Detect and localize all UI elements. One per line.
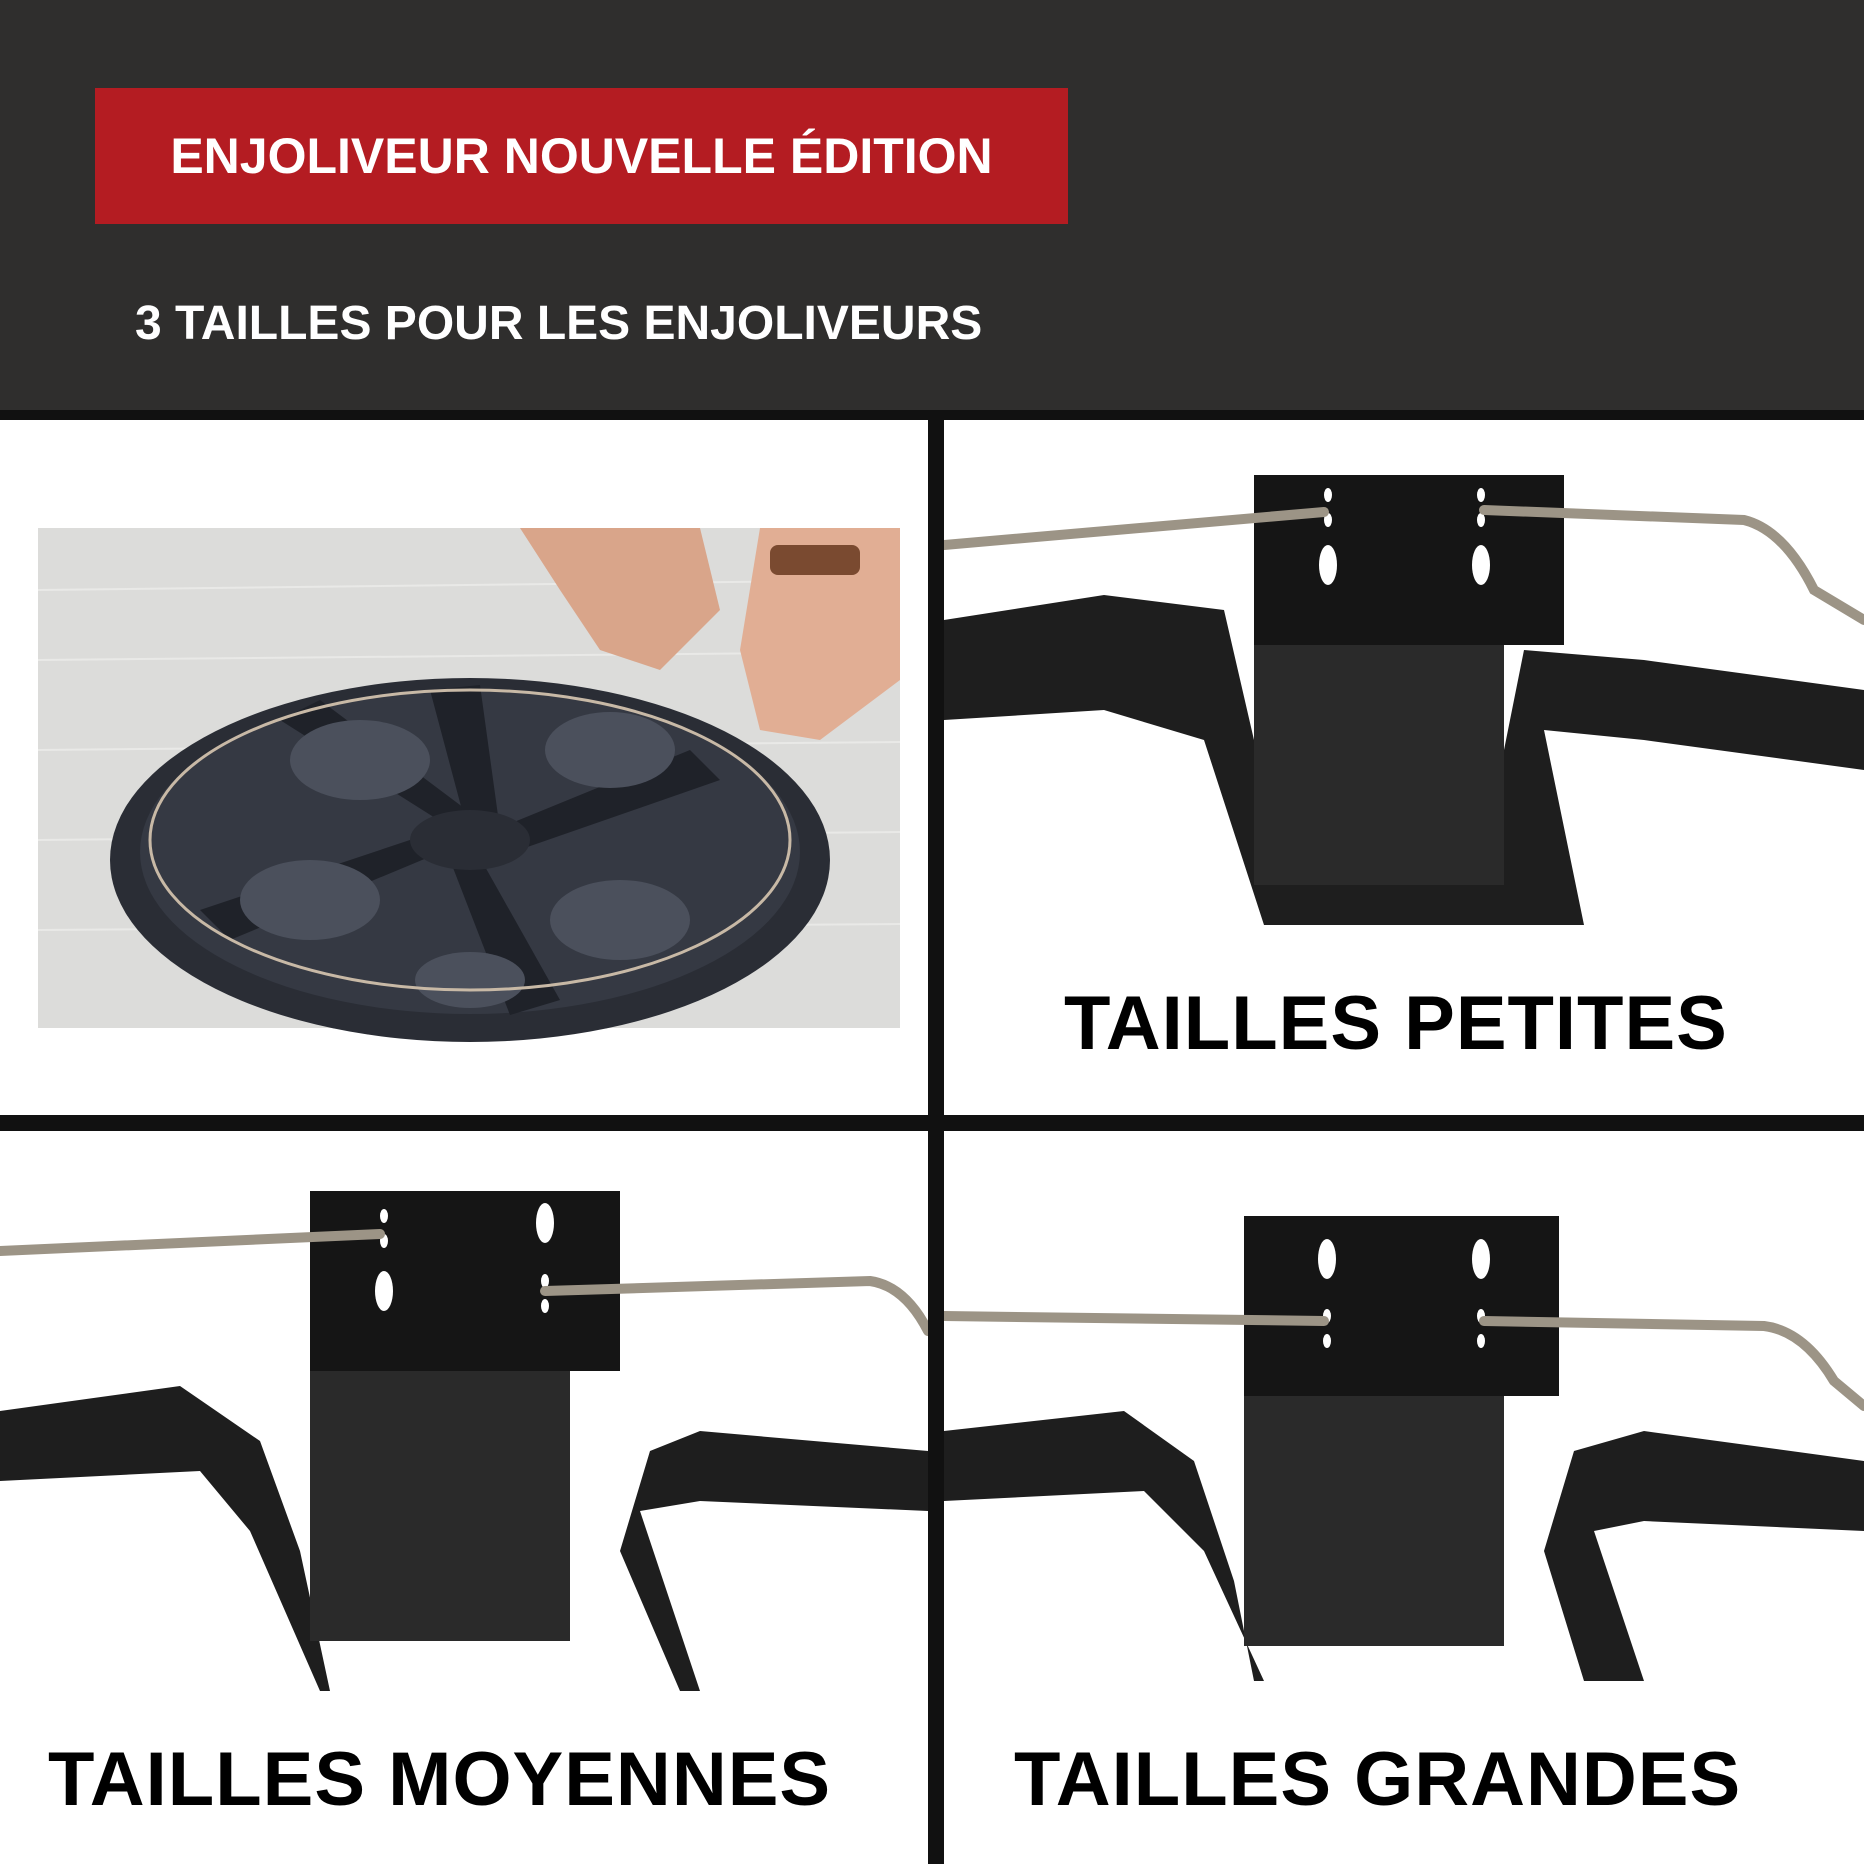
badge-title: ENJOLIVEUR NOUVELLE ÉDITION <box>170 128 993 184</box>
small-size-panel: TAILLES PETITES <box>944 420 1864 1115</box>
large-size-label: TAILLES GRANDES <box>1014 1737 1742 1822</box>
page-subtitle: 3 TAILLES POUR LES ENJOLIVEURS <box>135 297 983 350</box>
small-size-label: TAILLES PETITES <box>1064 981 1728 1066</box>
header-banner: ENJOLIVEUR NOUVELLE ÉDITION 3 TAILLES PO… <box>0 0 1864 410</box>
medium-size-label: TAILLES MOYENNES <box>48 1737 832 1822</box>
hubcap-installation-illustration <box>37 528 901 1042</box>
medium-size-panel: TAILLES MOYENNES <box>0 1131 928 1864</box>
edition-badge: ENJOLIVEUR NOUVELLE ÉDITION <box>95 88 1068 224</box>
large-size-panel: TAILLES GRANDES <box>944 1131 1864 1864</box>
installation-photo-panel <box>0 420 928 1115</box>
